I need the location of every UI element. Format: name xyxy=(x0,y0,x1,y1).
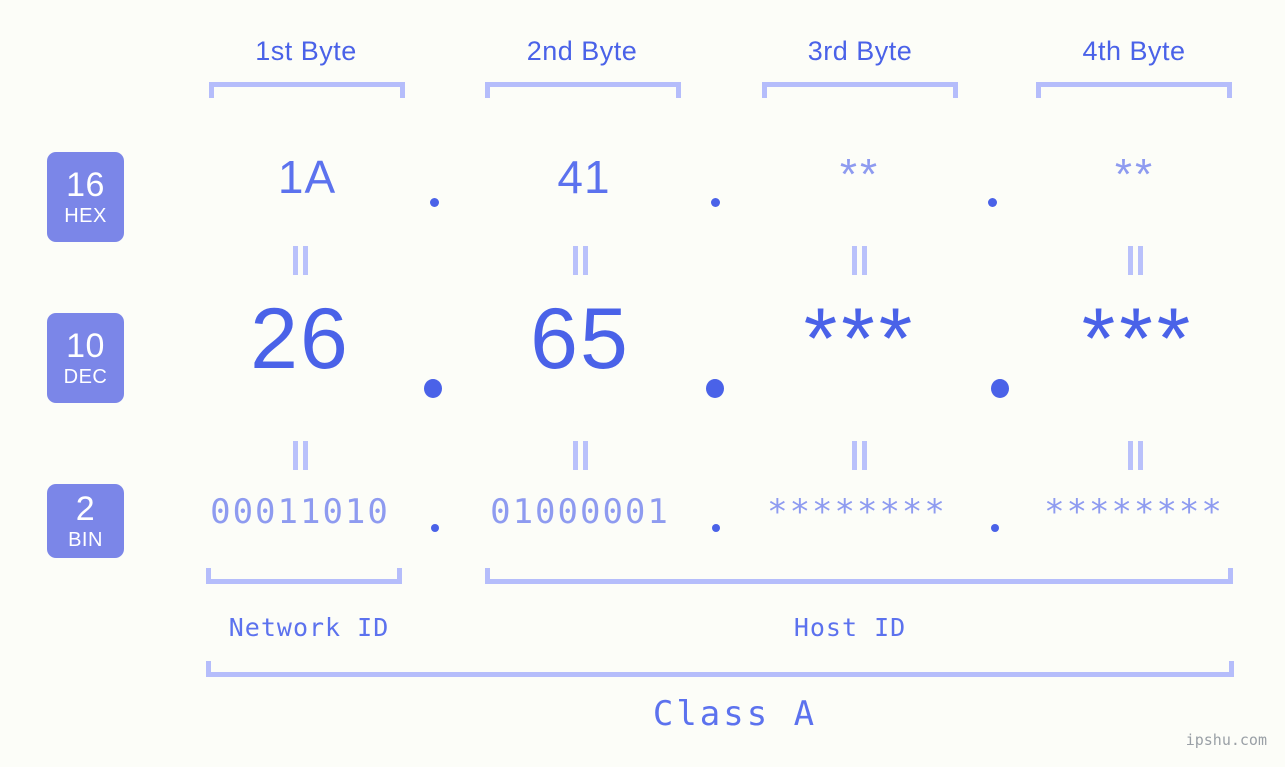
dec-dot-separator-1 xyxy=(424,379,442,398)
host-id-label: Host ID xyxy=(793,613,907,642)
byte-bracket-top-4 xyxy=(1036,82,1232,98)
radix-badge-bin: 2 BIN xyxy=(47,484,124,558)
radix-badge-dec-number: 10 xyxy=(66,327,105,365)
class-label: Class A xyxy=(652,694,818,734)
equals-mark-hex-dec-2 xyxy=(572,246,589,275)
radix-badge-hex-number: 16 xyxy=(66,166,105,204)
dec-byte-1: 26 xyxy=(250,291,350,387)
equals-mark-hex-dec-1 xyxy=(292,246,309,275)
bin-dot-separator-1 xyxy=(431,524,439,532)
equals-mark-hex-dec-4 xyxy=(1127,246,1144,275)
hex-dot-separator-1 xyxy=(430,198,439,207)
hex-byte-1: 1A xyxy=(277,151,337,203)
bin-byte-2: 01000001 xyxy=(490,492,670,532)
radix-badge-hex: 16 HEX xyxy=(47,152,124,242)
bin-byte-1: 00011010 xyxy=(210,492,390,532)
byte-bracket-top-2 xyxy=(485,82,681,98)
equals-mark-dec-bin-3 xyxy=(851,441,868,470)
dec-byte-3: *** xyxy=(803,291,917,387)
byte-bracket-top-3 xyxy=(762,82,958,98)
hex-dot-separator-2 xyxy=(711,198,720,207)
byte-header-4: 4th Byte xyxy=(1082,36,1186,66)
bin-byte-4: ******** xyxy=(1044,492,1224,532)
dec-byte-4: *** xyxy=(1081,291,1195,387)
byte-header-3: 3rd Byte xyxy=(807,36,913,66)
dec-byte-2: 65 xyxy=(530,291,630,387)
hex-dot-separator-3 xyxy=(988,198,997,207)
hex-byte-2: 41 xyxy=(557,151,611,203)
hex-byte-4: ** xyxy=(1114,150,1156,199)
class-bracket xyxy=(206,661,1234,677)
host-id-bracket xyxy=(485,568,1233,584)
hex-byte-3: ** xyxy=(839,150,881,199)
ip-address-breakdown-diagram: 1st Byte 2nd Byte 3rd Byte 4th Byte 16 H… xyxy=(0,0,1285,767)
dec-dot-separator-2 xyxy=(706,379,724,398)
byte-header-1: 1st Byte xyxy=(255,36,357,66)
radix-badge-bin-label: BIN xyxy=(68,529,103,551)
watermark: ipshu.com xyxy=(1185,731,1267,749)
network-id-label: Network ID xyxy=(228,613,390,642)
byte-bracket-top-1 xyxy=(209,82,405,98)
bin-dot-separator-2 xyxy=(712,524,720,532)
bin-dot-separator-3 xyxy=(991,524,999,532)
radix-badge-bin-number: 2 xyxy=(75,490,96,528)
equals-mark-hex-dec-3 xyxy=(851,246,868,275)
radix-badge-hex-label: HEX xyxy=(64,205,107,227)
radix-badge-dec: 10 DEC xyxy=(47,313,124,403)
equals-mark-dec-bin-2 xyxy=(572,441,589,470)
network-id-bracket xyxy=(206,568,402,584)
bin-byte-3: ******** xyxy=(767,492,947,532)
dec-dot-separator-3 xyxy=(991,379,1009,398)
radix-badge-dec-label: DEC xyxy=(63,366,108,388)
equals-mark-dec-bin-1 xyxy=(292,441,309,470)
equals-mark-dec-bin-4 xyxy=(1127,441,1144,470)
byte-header-2: 2nd Byte xyxy=(526,36,638,66)
